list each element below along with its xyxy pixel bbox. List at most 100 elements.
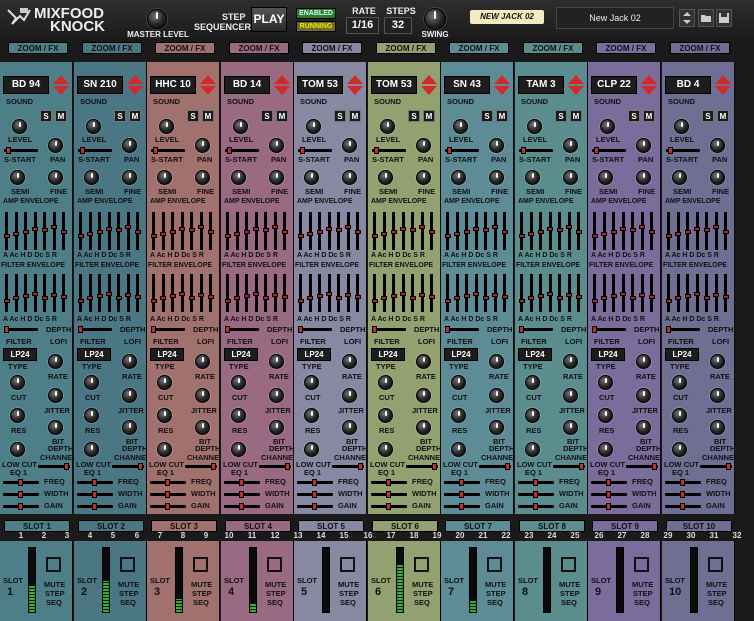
amp-env-fader[interactable] (52, 212, 56, 250)
filter-env-fader[interactable] (631, 274, 634, 312)
amp-env-fader[interactable] (420, 212, 424, 250)
filter-env-fader[interactable] (593, 274, 596, 312)
channel-slider-thumb[interactable] (579, 463, 584, 470)
level-knob[interactable] (527, 119, 542, 134)
amp-env-fader[interactable] (640, 212, 644, 250)
filter-env-fader[interactable] (171, 274, 174, 312)
amp-env-fader-cap[interactable] (409, 228, 416, 232)
preset-name-display[interactable]: New Jack 02 (556, 7, 674, 29)
filter-env-fader-cap[interactable] (694, 292, 700, 296)
channel-slider-thumb[interactable] (64, 463, 69, 470)
filter-env-fader-cap[interactable] (207, 295, 214, 299)
amp-env-fader[interactable] (180, 212, 184, 250)
eq-freq-slider-thumb[interactable] (239, 479, 244, 486)
cutoff-knob[interactable] (231, 375, 246, 390)
fine-knob[interactable] (342, 170, 357, 185)
amp-env-fader[interactable] (695, 212, 699, 250)
slot-select-button[interactable]: SLOT 10 (666, 520, 732, 532)
filter-type-selector[interactable]: LP24 (150, 348, 184, 361)
filter-env-fader-cap[interactable] (591, 299, 598, 303)
filter-type-selector[interactable]: LP24 (444, 348, 478, 361)
depth-slider-thumb[interactable] (78, 326, 83, 333)
amp-env-fader[interactable] (520, 212, 523, 250)
filter-env-fader[interactable] (14, 274, 18, 312)
depth-slider-track[interactable] (4, 328, 38, 331)
amp-env-fader-cap[interactable] (629, 228, 636, 232)
depth-slider-track[interactable] (666, 328, 700, 331)
filter-env-fader[interactable] (62, 274, 65, 312)
sound-arrows-icon[interactable] (273, 75, 290, 96)
solo-button[interactable]: S (481, 110, 493, 122)
solo-button[interactable]: S (187, 110, 199, 122)
bit-depth-knob[interactable] (269, 420, 284, 435)
amp-env-fader-cap[interactable] (566, 225, 572, 229)
amp-env-fader[interactable] (548, 212, 552, 250)
lofi-rate-knob[interactable] (563, 354, 578, 369)
amp-env-fader[interactable] (33, 212, 37, 250)
filter-env-fader-cap[interactable] (243, 294, 250, 298)
filter-env-fader-cap[interactable] (335, 296, 342, 300)
filter-env-fader-cap[interactable] (106, 292, 112, 296)
filter-env-fader[interactable] (209, 274, 212, 312)
resonance-knob[interactable] (304, 408, 319, 423)
amp-env-fader[interactable] (446, 212, 449, 250)
bit-depth-knob[interactable] (563, 420, 578, 435)
amp-env-fader[interactable] (567, 212, 571, 250)
fine-knob[interactable] (48, 170, 63, 185)
resonance-knob[interactable] (525, 408, 540, 423)
depth-slider-track[interactable] (298, 328, 332, 331)
mute-button[interactable]: M (496, 110, 508, 122)
filter-env-fader-cap[interactable] (381, 296, 387, 300)
amp-env-fader-cap[interactable] (454, 232, 460, 236)
semi-knob[interactable] (157, 170, 172, 185)
solo-button[interactable]: S (261, 110, 273, 122)
pan-knob[interactable] (122, 138, 137, 153)
solo-button[interactable]: S (628, 110, 640, 122)
amp-env-fader[interactable] (602, 212, 606, 250)
cutoff-knob[interactable] (525, 375, 540, 390)
cutoff-knob[interactable] (378, 375, 393, 390)
sound-selector[interactable]: BD 94 (3, 76, 49, 94)
save-icon[interactable] (716, 9, 732, 27)
amp-env-fader-cap[interactable] (381, 232, 387, 236)
sound-arrows-icon[interactable] (493, 75, 510, 96)
depth-slider-thumb[interactable] (592, 326, 597, 333)
filter-env-fader-cap[interactable] (297, 299, 304, 303)
resonance-knob[interactable] (10, 408, 25, 423)
channel-slider-thumb[interactable] (726, 463, 731, 470)
amp-env-fader-cap[interactable] (96, 230, 103, 234)
filter-env-fader[interactable] (235, 274, 239, 312)
channel-slider-thumb[interactable] (505, 463, 510, 470)
depth-slider-thumb[interactable] (151, 326, 156, 333)
lofi-rate-knob[interactable] (489, 354, 504, 369)
filter-type-selector[interactable]: LP24 (77, 348, 111, 361)
sound-arrows-icon[interactable] (346, 75, 363, 96)
jitter-knob[interactable] (122, 388, 137, 403)
slot-select-button[interactable]: SLOT 1 (4, 520, 70, 532)
pan-knob[interactable] (48, 138, 63, 153)
filter-env-fader-cap[interactable] (354, 295, 361, 299)
master-level-knob[interactable] (147, 9, 167, 29)
filter-env-fader-cap[interactable] (234, 296, 240, 300)
jitter-knob[interactable] (48, 388, 63, 403)
filter-env-fader[interactable] (503, 274, 506, 312)
filter-env-fader-cap[interactable] (390, 294, 397, 298)
filter-env-fader-cap[interactable] (620, 292, 626, 296)
amp-env-fader-cap[interactable] (591, 234, 598, 238)
solo-button[interactable]: S (702, 110, 714, 122)
filter-env-fader[interactable] (612, 274, 615, 312)
low-cut-knob[interactable] (157, 442, 172, 457)
cutoff-knob[interactable] (598, 375, 613, 390)
swing-knob[interactable] (424, 8, 446, 30)
eq-gain-slider-thumb[interactable] (386, 503, 391, 510)
solo-button[interactable]: S (114, 110, 126, 122)
filter-env-fader[interactable] (676, 274, 680, 312)
sound-arrows-icon[interactable] (420, 75, 437, 96)
amp-env-fader-cap[interactable] (22, 230, 29, 234)
semi-knob[interactable] (598, 170, 613, 185)
semi-knob[interactable] (378, 170, 393, 185)
filter-env-fader[interactable] (283, 274, 286, 312)
filter-env-fader[interactable] (484, 274, 487, 312)
filter-env-fader-cap[interactable] (547, 292, 553, 296)
filter-env-fader[interactable] (5, 274, 8, 312)
